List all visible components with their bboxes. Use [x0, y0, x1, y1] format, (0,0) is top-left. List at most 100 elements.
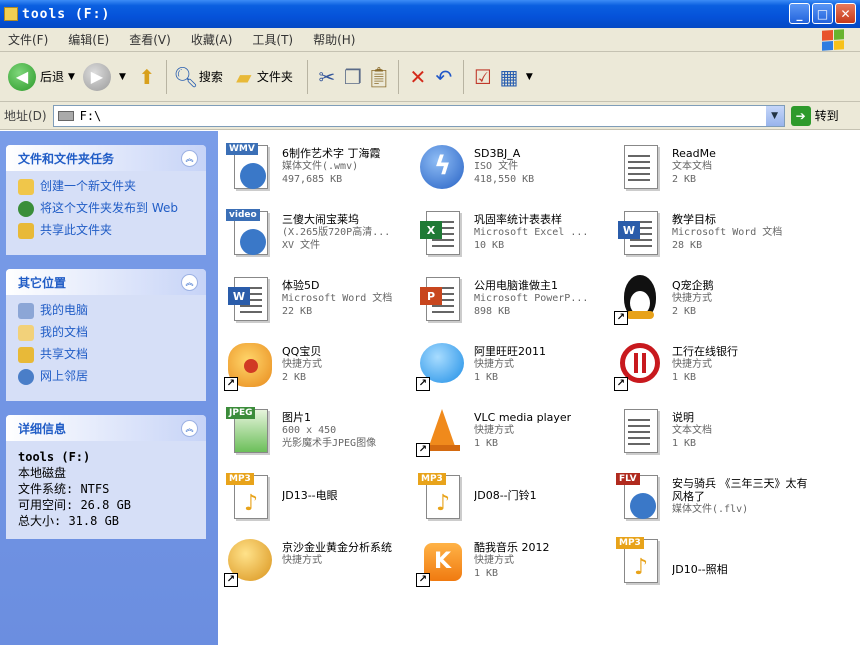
details-panel-header[interactable]: 详细信息 ︽: [6, 415, 206, 441]
file-type: Microsoft Excel ...: [474, 227, 589, 238]
file-item[interactable]: ↗ QQ宝贝 快捷方式 2 KB: [224, 339, 420, 403]
video-file-icon: video: [224, 207, 276, 259]
place-shared-documents[interactable]: 共享文档: [18, 347, 198, 363]
file-type: Microsoft Word 文档: [672, 227, 783, 238]
address-input[interactable]: F:\ ▼: [52, 104, 785, 127]
go-arrow-icon: ➔: [790, 105, 811, 126]
menu-favorites[interactable]: 收藏(A): [191, 31, 233, 48]
file-item[interactable]: ↗ Q宠企鹅 快捷方式 2 KB: [614, 273, 810, 337]
computer-icon: [18, 303, 34, 319]
word-file-icon: W: [224, 273, 276, 325]
file-type: 快捷方式: [282, 555, 322, 566]
back-button[interactable]: ◀ 后退 ▼: [8, 62, 75, 91]
views-icon: ▦: [499, 64, 519, 89]
views-dropdown-icon[interactable]: ▼: [526, 72, 533, 82]
address-dropdown-icon[interactable]: ▼: [765, 105, 784, 126]
file-item[interactable]: ReadMe 文本文档 2 KB: [614, 141, 810, 205]
folders-button[interactable]: ▰ 文件夹: [231, 64, 293, 90]
file-list: WMV 6制作艺术字 丁海霞 媒体文件(.wmv) 497,685 KB ϟ S…: [218, 131, 860, 645]
file-item[interactable]: JPEG 图片1 600 x 450 光影魔术手JPEG图像: [224, 405, 420, 469]
file-item[interactable]: ↗ VLC media player 快捷方式 1 KB: [416, 405, 612, 469]
menu-edit[interactable]: 编辑(E): [68, 31, 109, 48]
close-button[interactable]: ✕: [835, 3, 856, 24]
file-type: 光影魔术手JPEG图像: [282, 438, 377, 449]
file-item[interactable]: video 三傻大闹宝莱坞 (X.265版720P高清... XV 文件: [224, 207, 420, 271]
search-icon: 🔍︎: [173, 64, 199, 89]
undo-icon[interactable]: ↶: [431, 64, 457, 90]
file-name: 三傻大闹宝莱坞: [282, 213, 359, 226]
go-button[interactable]: ➔ 转到: [790, 105, 839, 126]
file-size: 418,550 KB: [474, 174, 535, 185]
details-panel: 详细信息 ︽ tools (F:) 本地磁盘 文件系统: NTFS 可用空间: …: [6, 415, 206, 539]
place-label: 我的文档: [40, 325, 89, 339]
file-item[interactable]: K ↗ 酷我音乐 2012 快捷方式 1 KB: [416, 535, 612, 599]
place-label: 网上邻居: [40, 369, 89, 383]
file-item[interactable]: 说明 文本文档 1 KB: [614, 405, 810, 469]
minimize-button[interactable]: _: [789, 3, 810, 24]
file-item[interactable]: FLV 安与骑兵 《三年三天》太有风格了 媒体文件(.flv): [614, 471, 810, 535]
copy-icon[interactable]: ❐: [340, 64, 366, 90]
task-pane: 文件和文件夹任务 ︽ 创建一个新文件夹 将这个文件夹发布到 Web 共享此文件夹…: [0, 131, 218, 645]
task-publish-web[interactable]: 将这个文件夹发布到 Web: [18, 201, 198, 217]
file-item[interactable]: P 公用电脑谁做主1 Microsoft PowerP... 898 KB: [416, 273, 612, 337]
search-button[interactable]: 🔍︎ 搜索: [173, 64, 223, 90]
file-item[interactable]: W 体验5D Microsoft Word 文档 22 KB: [224, 273, 420, 337]
qq-penguin-icon: ↗: [614, 273, 666, 325]
file-type: 快捷方式: [474, 425, 514, 436]
address-value: F:\: [79, 108, 102, 123]
views-button[interactable]: ▦ ▼: [496, 64, 533, 90]
cut-icon[interactable]: ✂: [314, 64, 340, 90]
file-item[interactable]: ↗ 京沙金业黄金分析系统 快捷方式: [224, 535, 420, 599]
file-item[interactable]: W 教学目标 Microsoft Word 文档 28 KB: [614, 207, 810, 271]
file-item[interactable]: X 巩固率统计表表样 Microsoft Excel ... 10 KB: [416, 207, 612, 271]
file-item[interactable]: ϟ SD3BJ_A ISO 文件 418,550 KB: [416, 141, 612, 205]
forward-button[interactable]: ▶ ▼: [82, 62, 126, 91]
menu-help[interactable]: 帮助(H): [313, 31, 355, 48]
file-size: 28 KB: [672, 240, 703, 251]
back-label: 后退: [40, 70, 65, 84]
file-item[interactable]: ↗ 阿里旺旺2011 快捷方式 1 KB: [416, 339, 612, 403]
properties-icon[interactable]: ☑: [470, 64, 496, 90]
paste-icon[interactable]: 📋︎: [366, 64, 392, 90]
places-panel-header[interactable]: 其它位置 ︽: [6, 269, 206, 295]
file-item[interactable]: MP3 ♪ JD10--照相: [614, 535, 810, 599]
file-item[interactable]: WMV 6制作艺术字 丁海霞 媒体文件(.wmv) 497,685 KB: [224, 141, 420, 205]
network-icon: [18, 369, 34, 385]
menu-tools[interactable]: 工具(T): [252, 31, 293, 48]
file-size: 2 KB: [282, 372, 307, 383]
forward-dropdown-icon[interactable]: ▼: [119, 72, 126, 82]
toolbar-separator: [306, 59, 308, 94]
task-share-folder[interactable]: 共享此文件夹: [18, 223, 198, 239]
file-name: 巩固率统计表表样: [474, 213, 562, 226]
menu-file[interactable]: 文件(F): [8, 31, 48, 48]
maximize-button[interactable]: □: [812, 3, 833, 24]
file-name: 工行在线银行: [672, 345, 738, 358]
tasks-panel-header[interactable]: 文件和文件夹任务 ︽: [6, 145, 206, 171]
file-item[interactable]: MP3 ♪ JD08--门铃1: [416, 471, 612, 535]
collapse-icon[interactable]: ︽: [181, 273, 198, 291]
shortcut-arrow-icon: ↗: [614, 377, 628, 391]
wmv-file-icon: WMV: [224, 141, 276, 193]
place-my-documents[interactable]: 我的文档: [18, 325, 198, 341]
collapse-icon[interactable]: ︽: [181, 419, 198, 437]
mp3-file-icon: MP3 ♪: [416, 471, 468, 523]
file-name: 京沙金业黄金分析系统: [282, 541, 392, 554]
file-item[interactable]: ↗ 工行在线银行 快捷方式 1 KB: [614, 339, 810, 403]
file-item[interactable]: MP3 ♪ JD13--电眼: [224, 471, 420, 535]
place-network[interactable]: 网上邻居: [18, 369, 198, 385]
excel-file-icon: X: [416, 207, 468, 259]
vlc-cone-icon: ↗: [416, 405, 468, 457]
place-label: 共享文档: [40, 347, 89, 361]
delete-icon[interactable]: ✕: [405, 64, 431, 90]
back-dropdown-icon[interactable]: ▼: [68, 72, 75, 82]
folder-icon: ▰: [236, 64, 252, 89]
menu-view[interactable]: 查看(V): [129, 31, 171, 48]
place-my-computer[interactable]: 我的电脑: [18, 303, 198, 319]
up-folder-icon[interactable]: ⬆: [134, 64, 160, 90]
collapse-icon[interactable]: ︽: [181, 149, 198, 167]
task-new-folder[interactable]: 创建一个新文件夹: [18, 179, 198, 195]
text-file-icon: [614, 405, 666, 457]
file-name: JD08--门铃1: [474, 489, 537, 502]
go-label: 转到: [814, 109, 839, 123]
mp3-file-icon: MP3 ♪: [224, 471, 276, 523]
